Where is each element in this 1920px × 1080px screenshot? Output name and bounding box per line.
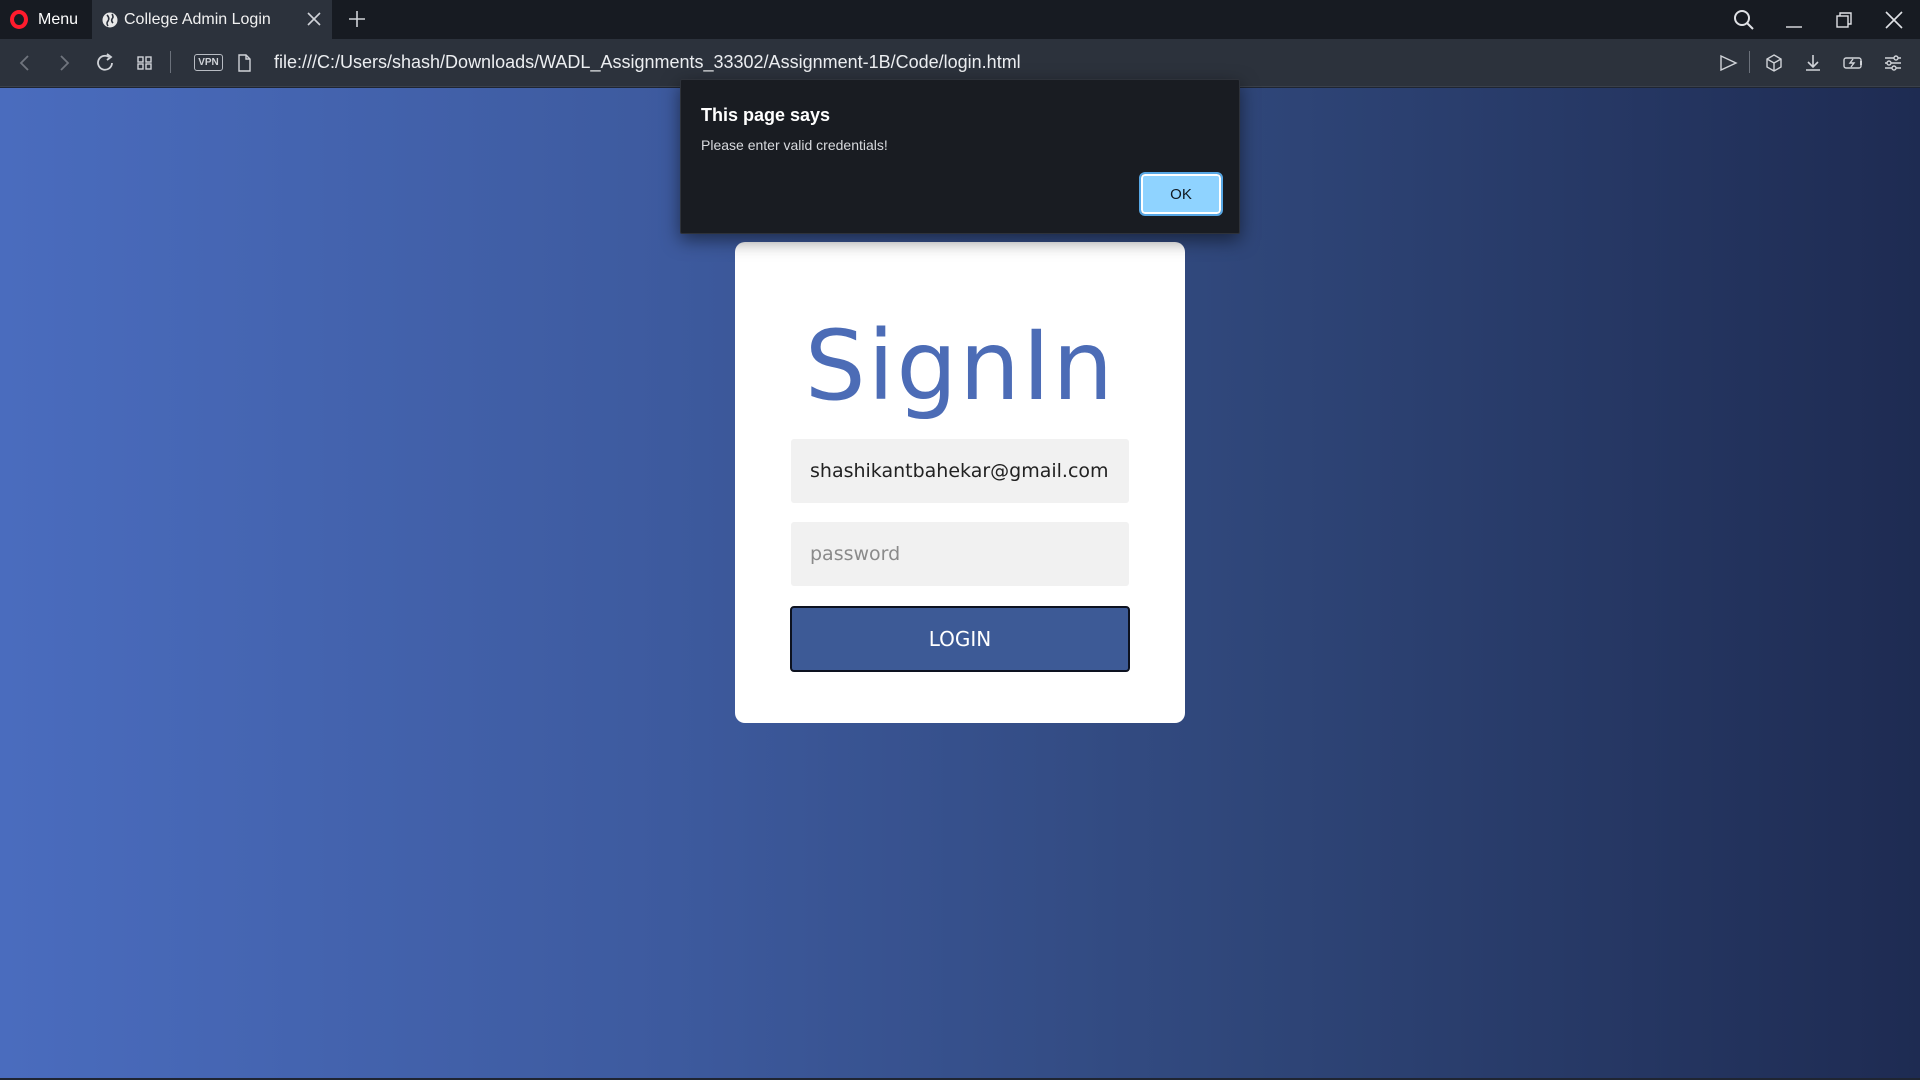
download-icon[interactable] [1801,51,1825,75]
email-input[interactable]: shashikantbahekar@gmail.com [791,439,1129,503]
close-window-icon[interactable] [1881,7,1907,33]
tabs-grid-icon[interactable] [133,51,157,75]
opera-logo-icon [10,10,28,29]
dialog-title: This page says [701,105,831,125]
browser-tab[interactable]: College Admin Login [92,0,332,39]
minimize-icon[interactable] [1781,7,1807,33]
ok-button[interactable]: OK [1139,172,1223,216]
search-icon[interactable] [1731,7,1757,33]
address-bar-url[interactable]: file:///C:/Users/shash/Downloads/WADL_As… [274,52,1021,73]
page-info-icon[interactable] [232,51,256,75]
password-input[interactable]: password [791,522,1129,586]
signin-heading: SignIn [804,310,1116,422]
globe-icon [102,12,118,27]
opera-menu-button[interactable]: Menu [0,0,91,39]
close-tab-icon[interactable] [304,9,324,29]
page-background: SignIn shashikantbahekar@gmail.com passw… [0,88,1920,1078]
toolbar-divider [1749,51,1750,73]
reload-icon[interactable] [93,51,117,75]
back-icon[interactable] [13,51,37,75]
menu-label: Menu [38,10,79,28]
vpn-badge[interactable]: VPN [194,54,223,71]
battery-saver-icon[interactable] [1841,51,1865,75]
forward-icon[interactable] [52,51,76,75]
login-button[interactable]: LOGIN [790,606,1130,672]
alert-dialog: This page says Please enter valid creden… [680,79,1240,234]
easy-setup-icon[interactable] [1881,51,1905,75]
tab-title: College Admin Login [124,10,271,28]
cube-icon[interactable] [1762,51,1786,75]
dialog-message: Please enter valid credentials! [701,137,888,153]
toolbar-divider [170,51,171,73]
tab-bar: Menu College Admin Login [0,0,1920,39]
login-card: SignIn shashikantbahekar@gmail.com passw… [735,242,1185,723]
new-tab-plus-icon[interactable] [346,8,368,30]
restore-icon[interactable] [1831,7,1857,33]
send-icon[interactable] [1716,51,1740,75]
